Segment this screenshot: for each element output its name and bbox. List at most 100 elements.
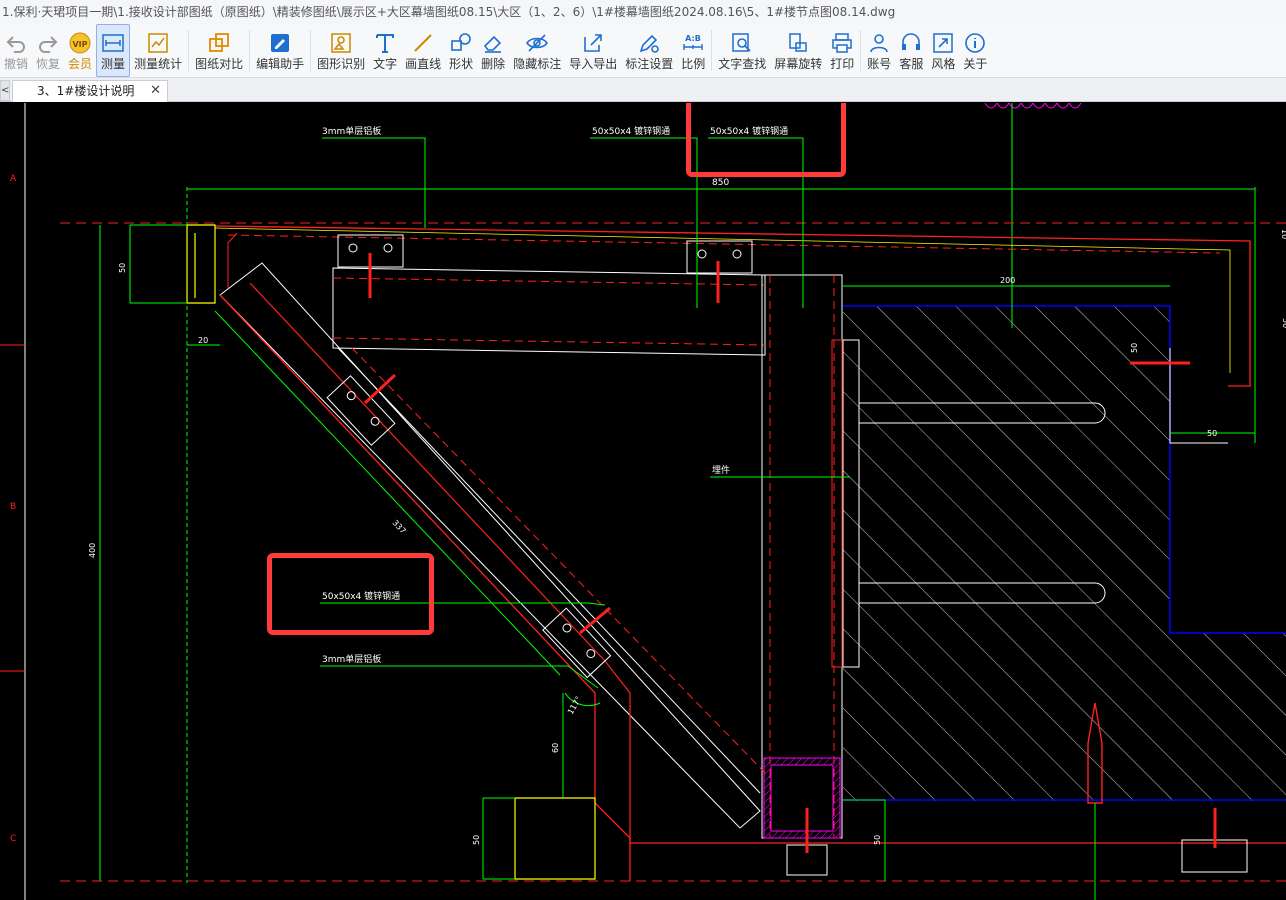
service-button[interactable]: 客服 bbox=[895, 24, 927, 77]
measure-button[interactable]: 测量 bbox=[96, 24, 131, 77]
line-button[interactable]: 画直线 bbox=[401, 24, 445, 77]
revision-cloud bbox=[984, 103, 1082, 109]
import-export-button[interactable]: 导入导出 bbox=[565, 24, 621, 77]
label-aluminum-bottom: 3mm单层铝板 bbox=[322, 653, 381, 665]
toolbar-divider bbox=[860, 30, 862, 71]
axis-mark-b: B bbox=[10, 502, 16, 512]
window-title: 1.保利·天珺项目一期\1.接收设计部图纸（原图纸）\精装修图纸\展示区+大区幕… bbox=[0, 0, 1286, 24]
toolbar-divider bbox=[188, 30, 190, 71]
dim-60: 60 bbox=[551, 743, 560, 753]
dim-line-50 bbox=[129, 224, 187, 304]
screw bbox=[363, 373, 397, 405]
dim-50-right-v: 50 bbox=[1130, 343, 1139, 353]
redo-button[interactable]: 恢复 bbox=[32, 24, 64, 77]
blue-opening bbox=[1170, 306, 1286, 633]
ruler-icon bbox=[102, 33, 124, 52]
toolbar-divider bbox=[310, 30, 312, 71]
label-embed: 埋件 bbox=[712, 464, 730, 476]
measure-stats-button[interactable]: 测量统计 bbox=[130, 24, 186, 77]
dim-850: 850 bbox=[712, 178, 729, 188]
tube-section-inner bbox=[770, 764, 834, 832]
highlight-box-mid bbox=[267, 553, 434, 635]
printer-icon bbox=[832, 32, 853, 53]
cad-drawing: A B C 850 200 337 50 20 400 50 60 117° 5… bbox=[0, 103, 1286, 900]
dim-200: 200 bbox=[1000, 276, 1015, 285]
dim-10: 10 bbox=[1280, 229, 1286, 239]
share-icon bbox=[584, 33, 603, 52]
cad-dashed bbox=[332, 337, 766, 346]
pen-gear-icon bbox=[639, 34, 660, 53]
expand-icon bbox=[933, 32, 954, 53]
shape-recognize-icon bbox=[331, 32, 351, 53]
diagonal-brace bbox=[219, 262, 761, 829]
bracket bbox=[337, 234, 404, 298]
svg-text:A:B: A:B bbox=[685, 34, 701, 43]
edit-helper-button[interactable]: 编辑助手 bbox=[252, 24, 308, 77]
svg-text:VIP: VIP bbox=[73, 40, 88, 49]
text-button[interactable]: 文字 bbox=[369, 24, 401, 77]
vip-button[interactable]: VIP 会员 bbox=[64, 24, 96, 77]
headset-icon bbox=[902, 32, 921, 50]
shape-button[interactable]: 形状 bbox=[445, 24, 477, 77]
leader-line bbox=[320, 665, 599, 689]
steel-tube-horizontal bbox=[332, 267, 766, 356]
label-steel-top: 50x50x4 镀锌钢通 bbox=[592, 125, 670, 137]
dim-50-bottom2: 50 bbox=[873, 835, 882, 845]
compare-icon bbox=[209, 32, 229, 52]
drawing-canvas[interactable]: A B C 850 200 337 50 20 400 50 60 117° 5… bbox=[0, 103, 1286, 900]
style-button[interactable]: 风格 bbox=[927, 24, 959, 77]
info-icon bbox=[965, 32, 986, 53]
redo-icon bbox=[39, 35, 58, 53]
delete-button[interactable]: 删除 bbox=[477, 24, 509, 77]
scale-button[interactable]: A:B 比例 bbox=[677, 24, 709, 77]
panel-corner bbox=[227, 232, 238, 288]
scale-icon: A:B bbox=[683, 34, 703, 50]
vip-icon: VIP bbox=[69, 32, 91, 53]
toolbar: 撤销 恢复 VIP 会员 测量 测量统计 图纸对比 编辑助手 图形识别 文字 画… bbox=[0, 24, 1286, 78]
cad-dashed bbox=[332, 277, 766, 286]
text-search-button[interactable]: 文字查找 bbox=[714, 24, 770, 77]
compare-button[interactable]: 图纸对比 bbox=[191, 24, 247, 77]
dim-337: 337 bbox=[391, 518, 408, 535]
tab-bar: < 3、1#楼设计说明 ✕ bbox=[0, 78, 1286, 102]
screen-rotate-button[interactable]: 屏幕旋转 bbox=[770, 24, 826, 77]
dim-50-rv: 50 bbox=[1281, 318, 1286, 328]
hide-annotation-button[interactable]: 隐藏标注 bbox=[509, 24, 565, 77]
axis-mark-c: C bbox=[10, 834, 16, 844]
print-button[interactable]: 打印 bbox=[826, 24, 858, 77]
axis-mark-a: A bbox=[10, 174, 17, 184]
dim-20: 20 bbox=[198, 336, 208, 345]
tab-scroll-left[interactable]: < bbox=[0, 80, 10, 101]
text-icon bbox=[376, 33, 395, 53]
line-icon bbox=[414, 33, 432, 52]
aluminum-profile-left bbox=[186, 224, 216, 304]
toolbar-divider bbox=[711, 30, 713, 71]
cad-dashed bbox=[227, 234, 1221, 254]
annotation-settings-button[interactable]: 标注设置 bbox=[621, 24, 677, 77]
close-icon[interactable]: ✕ bbox=[150, 81, 161, 101]
shape-recognize-button[interactable]: 图形识别 bbox=[313, 24, 369, 77]
user-icon bbox=[870, 33, 889, 52]
rotate-icon bbox=[789, 32, 808, 52]
shape-icon bbox=[451, 32, 471, 51]
eraser-icon bbox=[484, 35, 502, 53]
account-button[interactable]: 账号 bbox=[863, 24, 895, 77]
dim-50-left: 50 bbox=[118, 263, 127, 273]
search-icon bbox=[732, 32, 751, 52]
eye-off-icon bbox=[526, 33, 549, 52]
label-aluminum-top: 3mm单层铝板 bbox=[322, 125, 381, 137]
undo-icon bbox=[6, 35, 25, 53]
about-button[interactable]: 关于 bbox=[959, 24, 991, 77]
dim-line-50-bottom bbox=[482, 797, 515, 880]
highlight-box-top bbox=[686, 103, 846, 177]
tab-design-notes[interactable]: 3、1#楼设计说明 ✕ bbox=[12, 80, 168, 102]
edit-icon bbox=[271, 33, 290, 52]
aluminum-profile-bottom bbox=[514, 797, 596, 880]
dim-400: 400 bbox=[88, 543, 97, 558]
dim-50-right: 50 bbox=[1207, 429, 1217, 438]
dim-50-bottom: 50 bbox=[472, 835, 481, 845]
steel-tube-vertical bbox=[761, 274, 843, 839]
undo-button[interactable]: 撤销 bbox=[0, 24, 32, 77]
stats-icon bbox=[148, 32, 168, 53]
tab-label: 3、1#楼设计说明 bbox=[37, 84, 135, 98]
